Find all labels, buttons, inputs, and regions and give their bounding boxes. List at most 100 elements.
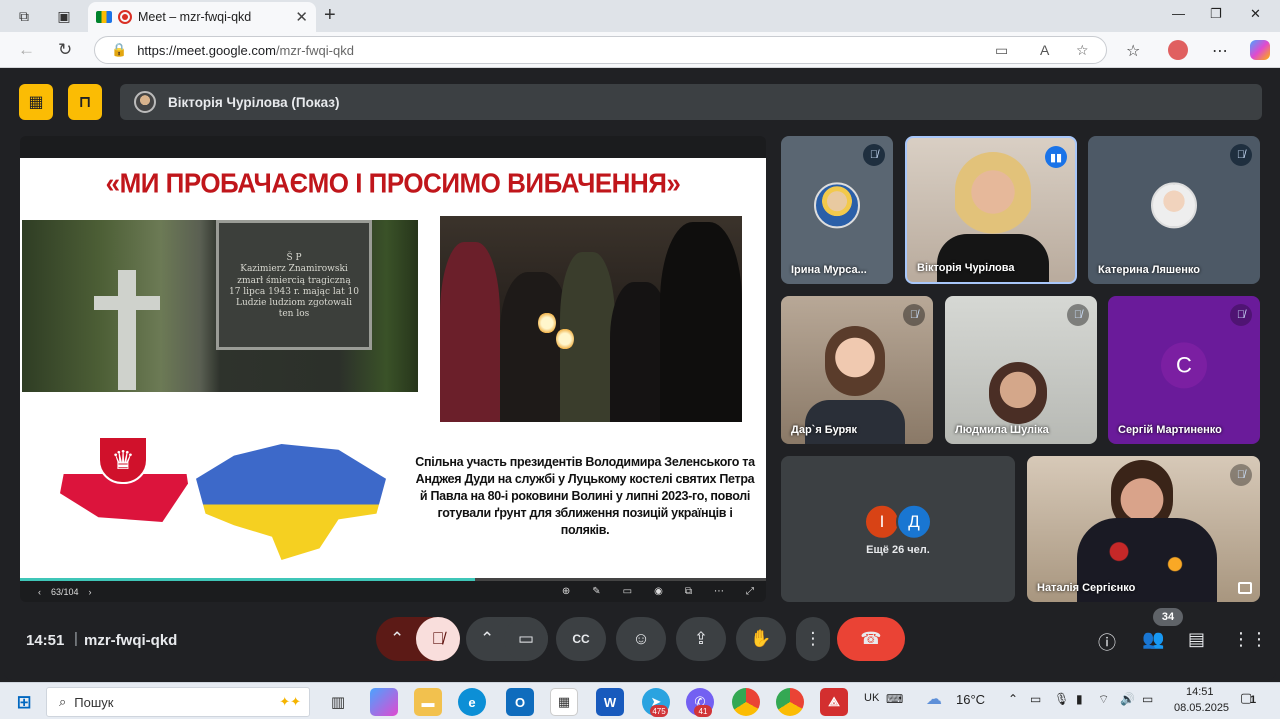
windows-start-icon[interactable]: ⊞ [10,688,38,716]
chevron-up-icon[interactable]: ⌃ [390,629,404,649]
more-participants-label: Ещё 26 чел. [866,544,930,556]
chrome-icon[interactable] [732,688,760,716]
favorites-icon[interactable]: ☆ [1126,41,1140,61]
pen-icon[interactable]: ✎ [592,586,600,597]
camera-status-icon[interactable]: ▭ [995,42,1008,59]
presenter-bar: Вікторія Чурілова (Показ) [120,84,1262,120]
close-tab-icon[interactable]: ✕ [295,8,308,26]
mic-off-icon: 🎙̸ [863,144,885,166]
participant-tile[interactable]: 🎙̸ Дар`я Буряк [781,296,933,444]
subtitles-icon[interactable]: ▭ [623,586,632,597]
participant-name: Сергій Мартиненко [1118,424,1222,436]
prev-slide-icon[interactable]: ‹ [38,587,41,597]
presenter-avatar [134,91,156,113]
volume-icon[interactable]: 🔊 [1120,692,1135,706]
minimize-button[interactable]: — [1172,6,1185,21]
people-icon[interactable]: 👥 [1142,629,1164,650]
chevron-up-icon[interactable]: ⌃ [480,629,494,649]
maximize-button[interactable]: ❐ [1210,6,1222,22]
captions-button[interactable]: CC [556,617,606,661]
present-button[interactable]: ⇪ [676,617,726,661]
edge-icon[interactable]: e [458,688,486,716]
keyboard-icon[interactable]: ⌨ [886,692,903,706]
shared-screen[interactable]: «МИ ПРОБАЧАЄМО І ПРОСИМО ВИБАЧЕННЯ» Š P … [20,136,766,602]
mic-off-icon: 🎙̸ [903,304,925,326]
browser-tab-meet[interactable]: Meet – mzr-fwqi-qkd ✕ [88,2,316,32]
battery-icon[interactable]: ▭ [1142,692,1153,706]
tray-meet-icon[interactable]: ▭ [1030,692,1041,706]
meet-window: ▦ ⊓ Вікторія Чурілова (Показ) «МИ ПРОБАЧ… [4,69,1276,680]
outlook-icon[interactable]: O [506,688,534,716]
workspaces-icon[interactable]: ⧉ [14,6,34,26]
store-icon[interactable]: ▦ [550,688,578,716]
mic-off-icon: 🎙̸ [1230,464,1252,486]
weather-cloud-icon[interactable]: ☁ [926,689,942,709]
copilot-icon[interactable] [1250,40,1270,60]
chrome-profile-icon[interactable] [776,688,804,716]
fullscreen-icon[interactable]: ⤢ [746,586,754,597]
file-explorer-icon[interactable]: ▬ [414,688,442,716]
participant-tile[interactable]: 🎙̸ Катерина Ляшенко [1088,136,1260,284]
language-indicator[interactable]: UK [864,692,879,704]
participant-tile[interactable]: 🎙̸ Людмила Шуліка [945,296,1097,444]
more-options-button[interactable]: ⋮ [796,617,830,661]
more-participants-avatars: І Д [864,503,932,540]
tray-time[interactable]: 14:51 [1186,686,1214,698]
browser-tabstrip: ⧉ ▣ Meet – mzr-fwqi-qkd ✕ + — ❐ ✕ [0,0,1280,32]
participant-name: Людмила Шуліка [955,424,1049,436]
mic-tray-icon[interactable]: 🎙 [1054,692,1069,706]
mic-toggle-button[interactable]: 🎙̸ [416,617,460,661]
meeting-info-icon[interactable]: ⓘ [1098,629,1116,655]
ukraine-map [196,444,386,560]
search-icon: ⌕ [59,694,67,709]
slide-controls: ‹ 63/104 › ⊕ ✎ ▭ ◉ ⧉ ⋯ ⤢ [20,581,766,602]
camera-toggle-button[interactable]: ▭ [504,617,548,661]
reactions-button[interactable]: ☺ [616,617,666,661]
more-menu-icon[interactable]: ⋯ [1212,41,1228,61]
meeting-code: mzr-fwqi-qkd [84,632,178,649]
captions-off-icon[interactable]: ▦ [19,84,53,120]
door-icon[interactable]: ⊓ [68,84,102,120]
gravestone-inscription: Š P Kazimierz Znamirowski zmarł śmiercią… [216,220,372,350]
tab-actions-icon[interactable]: ▣ [54,6,74,26]
participant-initial: Д [896,503,932,540]
more-icon[interactable]: ⋯ [714,586,724,597]
more-participants-tile[interactable]: І Д Ещё 26 чел. [781,456,1015,602]
participant-tile[interactable]: 🎙̸ С Сергій Мартиненко [1108,296,1260,444]
participant-tile[interactable]: 🎙̸ Наталія Сергієнко [1027,456,1260,602]
presenter-label: Вікторія Чурілова (Показ) [168,94,340,110]
window-icon[interactable]: ⧉ [685,586,692,597]
taskbar-search[interactable]: ⌕ Пошук ✦✦ [46,687,310,717]
audio-icon[interactable]: ◉ [654,586,663,597]
close-window-button[interactable]: ✕ [1250,6,1261,22]
chat-icon[interactable]: ▤ [1188,629,1205,650]
participant-avatar [814,182,860,229]
copilot-app-icon[interactable] [370,688,398,716]
mic-off-icon: 🎙̸ [1230,304,1252,326]
acrobat-icon[interactable]: ⟁ [820,688,848,716]
chevron-up-icon[interactable]: ⌃ [1008,692,1018,706]
refresh-icon[interactable]: ↻ [58,40,72,60]
next-slide-icon[interactable]: › [89,587,92,597]
raise-hand-button[interactable]: ✋ [736,617,786,661]
back-icon[interactable]: ← [18,40,35,60]
zoom-icon[interactable]: ⊕ [562,586,570,597]
tray-date[interactable]: 08.05.2025 [1174,702,1229,714]
wifi-icon[interactable]: ⌔ [1098,692,1109,707]
new-tab-button[interactable]: + [324,4,336,27]
profile-avatar[interactable] [1168,40,1188,60]
activities-icon[interactable]: ⋮⋮ [1232,629,1268,650]
read-aloud-icon[interactable]: A [1040,42,1049,58]
participant-tile[interactable]: 🎙̸ Ірина Мурса... [781,136,893,284]
favorite-star-icon[interactable]: ☆ [1076,42,1089,59]
end-call-button[interactable]: ☎ [837,617,905,661]
weather-temp[interactable]: 16°C [956,692,985,707]
word-icon[interactable]: W [596,688,624,716]
camera-tray-icon[interactable]: ▮ [1076,692,1083,706]
pip-icon[interactable] [1238,582,1252,594]
participant-initial: С [1161,342,1207,389]
task-view-icon[interactable]: ▥ [324,688,352,716]
url-field[interactable]: 🔒 https://meet.google.com/mzr-fwqi-qkd [94,36,1107,64]
participant-initial: І [864,503,900,540]
participant-tile-speaking[interactable]: ▮▮ Вікторія Чурілова [905,136,1077,284]
